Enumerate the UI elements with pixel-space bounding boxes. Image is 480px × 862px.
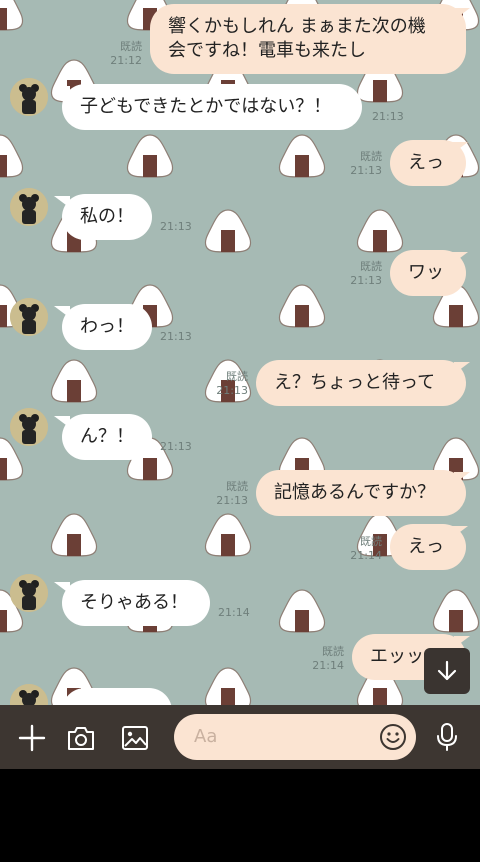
onigiri-icon (50, 359, 98, 403)
message-time: 21:13 (160, 220, 192, 233)
incoming-message-partial[interactable] (62, 688, 172, 705)
bear-figure-icon (10, 78, 48, 116)
incoming-message[interactable]: わっ！ (62, 304, 152, 350)
avatar[interactable] (10, 298, 48, 336)
message-time: 21:13 (372, 110, 404, 123)
bear-figure-icon (10, 188, 48, 226)
onigiri-icon (126, 134, 174, 178)
message-input[interactable]: Aa (174, 714, 416, 760)
message-meta: 既読 21:13 (350, 150, 382, 177)
message-meta: 既読 21:14 (350, 535, 382, 562)
plus-icon (18, 724, 46, 752)
onigiri-icon (278, 134, 326, 178)
incoming-message[interactable]: ん？！ (62, 414, 152, 460)
message-meta: 既読 21:13 (350, 260, 382, 287)
message-time: 21:13 (160, 440, 192, 453)
onigiri-icon (204, 209, 252, 253)
scroll-to-bottom-button[interactable] (424, 648, 470, 694)
camera-icon (68, 727, 94, 750)
outgoing-message[interactable]: 記憶あるんですか？ (256, 470, 466, 516)
onigiri-icon (356, 209, 404, 253)
message-meta: 既読 21:12 (110, 40, 142, 67)
outgoing-message[interactable]: ワッ (390, 250, 466, 296)
onigiri-icon (204, 667, 252, 705)
arrow-down-icon (437, 660, 457, 681)
camera-button[interactable] (65, 722, 97, 754)
bear-figure-icon (10, 574, 48, 612)
avatar[interactable] (10, 408, 48, 446)
onigiri-icon (50, 513, 98, 557)
image-button[interactable] (119, 722, 151, 754)
incoming-message[interactable]: 子どもできたとかではない？！ (62, 84, 362, 130)
onigiri-icon (278, 589, 326, 633)
incoming-message[interactable]: 私の！ (62, 194, 152, 240)
message-meta: 既読 21:13 (216, 370, 248, 397)
message-meta: 既読 21:13 (216, 480, 248, 507)
emoji-icon (380, 724, 406, 750)
onigiri-icon (0, 0, 24, 31)
outgoing-message[interactable]: えっ (390, 524, 466, 570)
image-icon (122, 726, 148, 750)
bear-figure-icon (10, 298, 48, 336)
onigiri-icon (0, 437, 24, 481)
message-meta: 既読 21:14 (312, 645, 344, 672)
avatar[interactable] (10, 188, 48, 226)
avatar[interactable] (10, 78, 48, 116)
incoming-message[interactable]: そりゃある！ (62, 580, 210, 626)
emoji-button[interactable] (378, 722, 408, 752)
outgoing-message[interactable]: 響くかもしれん まぁまた次の機 会ですね！電車も来たし (150, 4, 466, 74)
avatar[interactable] (10, 574, 48, 612)
plus-button[interactable] (16, 722, 48, 754)
message-list[interactable]: 既読 21:12 響くかもしれん まぁまた次の機 会ですね！電車も来たし 子どもで… (0, 0, 480, 705)
onigiri-icon (432, 589, 480, 633)
chat-screen: 既読 21:12 響くかもしれん まぁまた次の機 会ですね！電車も来たし 子どもで… (0, 0, 480, 862)
microphone-button[interactable] (432, 722, 462, 752)
message-time: 21:14 (218, 606, 250, 619)
onigiri-icon (204, 513, 252, 557)
onigiri-icon (278, 284, 326, 328)
outgoing-message[interactable]: え？ちょっと待って (256, 360, 466, 406)
outgoing-message[interactable]: えっ (390, 140, 466, 186)
message-input-placeholder: Aa (194, 726, 218, 747)
message-time: 21:13 (160, 330, 192, 343)
onigiri-icon (0, 134, 24, 178)
microphone-icon (437, 723, 457, 751)
bear-figure-icon (10, 408, 48, 446)
